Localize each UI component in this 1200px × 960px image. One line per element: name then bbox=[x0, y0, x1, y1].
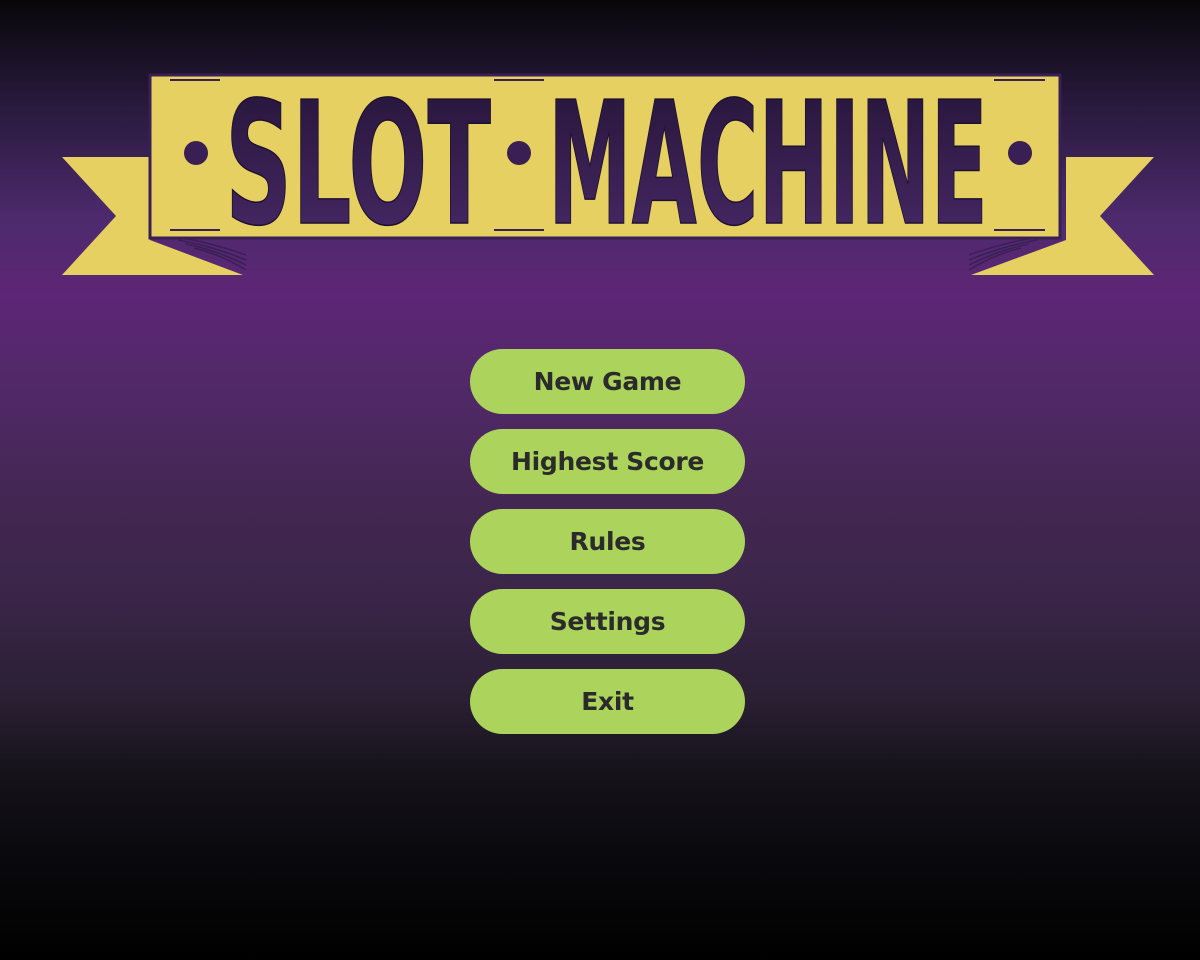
banner-dot-left bbox=[184, 141, 208, 165]
banner-dot-middle bbox=[507, 141, 531, 165]
main-menu: New Game Highest Score Rules Settings Ex… bbox=[470, 349, 745, 749]
title-banner-graphic: SLOT MACHINE bbox=[62, 65, 1154, 275]
new-game-button[interactable]: New Game bbox=[470, 349, 745, 414]
banner-dot-right bbox=[1008, 141, 1032, 165]
exit-button[interactable]: Exit bbox=[470, 669, 745, 734]
game-title-machine: MACHINE bbox=[548, 66, 988, 264]
highest-score-button[interactable]: Highest Score bbox=[470, 429, 745, 494]
title-banner: SLOT MACHINE bbox=[0, 0, 1200, 300]
settings-button[interactable]: Settings bbox=[470, 589, 745, 654]
game-title-slot: SLOT bbox=[225, 66, 491, 264]
rules-button[interactable]: Rules bbox=[470, 509, 745, 574]
